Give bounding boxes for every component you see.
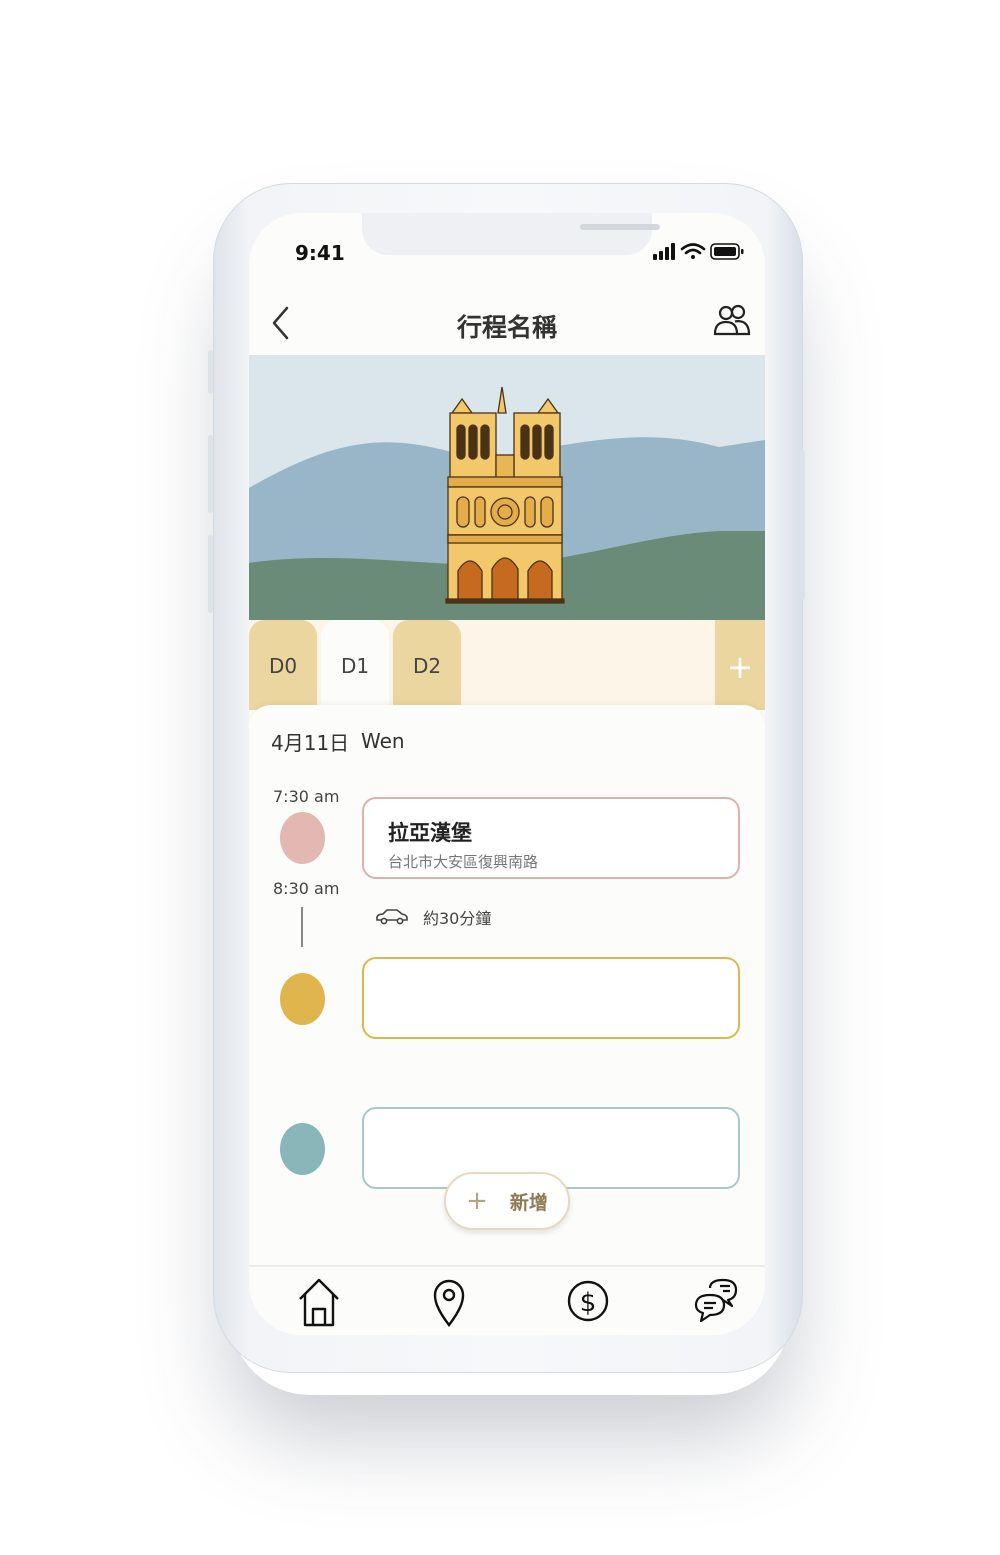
add-day-button[interactable]: + (715, 620, 765, 710)
tab-d1[interactable]: D1 (321, 620, 389, 710)
nav-map[interactable] (432, 1275, 466, 1331)
bottom-nav: $ (249, 1265, 765, 1335)
side-button-volume-up (208, 435, 213, 513)
day-tabs: D0 D1 D2 + (249, 620, 765, 710)
tab-d2[interactable]: D2 (393, 620, 461, 710)
add-label: 新增 (509, 1191, 548, 1214)
side-button-mute (208, 350, 213, 394)
place-name: 拉亞漢堡 (388, 821, 472, 845)
members-button[interactable] (713, 303, 751, 337)
timeline-dot (280, 1123, 325, 1175)
side-button-volume-down (208, 535, 213, 613)
car-icon (376, 909, 408, 925)
schedule-date: 4月11日 (271, 731, 350, 755)
signal-icon (653, 243, 675, 260)
notch (362, 213, 660, 255)
time-label: 8:30 am (273, 879, 340, 898)
plus-icon: + (466, 1186, 488, 1216)
speaker (580, 224, 660, 230)
phone-screen: 9:41 行程名稱 D0 D1 D2 + 4月11日 Wen 7:30 am 拉… (249, 213, 765, 1335)
travel-info: 約30分鐘 (375, 905, 491, 929)
home-icon (299, 1278, 339, 1327)
side-button-power (800, 450, 805, 600)
add-stop-button[interactable]: + 新增 (444, 1172, 570, 1230)
status-icons (653, 241, 745, 263)
schedule-weekday: Wen (361, 729, 405, 753)
schedule-panel: 4月11日 Wen 7:30 am 拉亞漢堡 台北市大安區復興南路 8:30 a… (249, 705, 765, 1265)
timeline-connector (301, 907, 303, 947)
wifi-icon (680, 243, 706, 259)
travel-duration: 約30分鐘 (423, 909, 492, 928)
time-label: 7:30 am (273, 787, 340, 806)
nav-expense[interactable]: $ (566, 1275, 610, 1331)
plus-icon: + (726, 648, 754, 686)
timeline-dot (280, 812, 325, 864)
timeline-dot (280, 973, 325, 1025)
svg-text:$: $ (580, 1288, 597, 1318)
battery-icon (710, 243, 744, 260)
tab-d0[interactable]: D0 (249, 620, 317, 710)
trip-cover-image (249, 355, 765, 620)
place-address: 台北市大安區復興南路 (388, 853, 539, 871)
people-icon (713, 304, 751, 336)
nav-home[interactable] (297, 1275, 341, 1331)
schedule-card[interactable]: 拉亞漢堡 台北市大安區復興南路 (362, 797, 740, 879)
dollar-icon: $ (567, 1280, 609, 1322)
schedule-card-empty[interactable] (362, 957, 740, 1039)
chat-icon (694, 1278, 738, 1323)
nav-chat[interactable] (693, 1275, 739, 1331)
status-time: 9:41 (295, 241, 345, 265)
page-title: 行程名稱 (456, 313, 557, 342)
map-pin-icon (433, 1279, 465, 1327)
